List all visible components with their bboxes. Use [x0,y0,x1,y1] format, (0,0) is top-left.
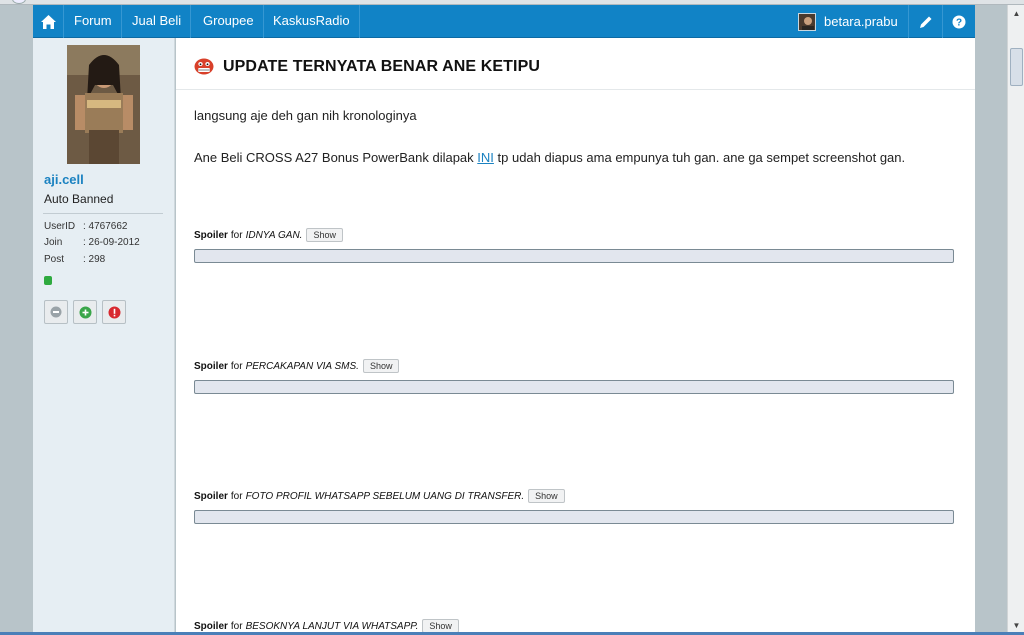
nav-user-menu[interactable]: betara.prabu [798,5,898,38]
post-title: UPDATE TERNYATA BENAR ANE KETIPU [223,58,540,75]
spoiler-title: IDNYA GAN. [245,229,303,241]
info-label: Post [44,254,65,265]
spoiler-content-bar[interactable] [194,510,954,524]
spoiler-show-button[interactable]: Show [528,489,565,503]
spoiler-for: for [230,620,243,632]
pencil-icon [919,16,931,28]
spoiler-prefix: Spoiler [194,229,228,241]
post-paragraph: Ane Beli CROSS A27 Bonus PowerBank dilap… [194,147,954,168]
question-icon: ? [952,15,965,28]
scrollbar-thumb[interactable] [1010,48,1023,86]
spoiler-prefix: Spoiler [194,490,228,502]
post-paragraph: langsung aje deh gan nih kronologinya [194,108,417,123]
spoiler-block: Spoiler for IDNYA GAN. Show [194,226,954,263]
nav-forum[interactable]: Forum [65,5,122,38]
spoiler-for: for [230,490,243,502]
home-button[interactable] [33,5,64,38]
ignore-user-button[interactable] [44,300,68,324]
sidebar-divider [43,213,163,214]
spoiler-for: for [230,360,243,372]
spoiler-show-button[interactable]: Show [362,359,400,373]
svg-text:?: ? [955,17,961,28]
top-navbar: Forum Jual Beli Groupee KaskusRadio beta… [33,5,975,38]
info-label: Join [44,237,63,248]
spoiler-content-bar[interactable] [194,249,954,263]
nav-avatar [798,12,816,31]
home-icon [40,14,56,29]
spoiler-prefix: Spoiler [194,360,228,372]
spoiler-label: Spoiler for IDNYA GAN. Show [194,226,954,244]
browser-icon [12,0,26,4]
spoiler-title: BESOKNYA LANJUT VIA WHATSAPP. [245,620,419,632]
spoiler-content-bar[interactable] [194,380,954,394]
add-chat-icon [79,306,91,318]
help-button[interactable]: ? [942,5,975,38]
spoiler-block: Spoiler for FOTO PROFIL WHATSAPP SEBELUM U… [194,487,954,524]
add-friend-button[interactable] [73,300,97,324]
post-author-name[interactable]: aji.cell [44,172,84,187]
scroll-up-arrow-icon[interactable]: ▲ [1008,5,1024,21]
post-text: tp udah diapus ama empunya tuh gan. ane … [493,150,906,165]
spoiler-title: FOTO PROFIL WHATSAPP SEBELUM UANG DI TRA… [245,490,525,502]
spoiler-title: PERCAKAPAN VIA SMS. [245,360,359,372]
info-post: Post : 298 [44,254,105,265]
user-sidebar: aji.cell Auto Banned UserID : 4767662 Joi… [33,38,175,635]
minus-circle-icon [50,306,62,318]
info-value: : 298 [83,254,106,265]
post-emoticon-icon [194,58,214,75]
info-label: UserID [44,221,76,232]
user-avatar[interactable] [67,45,140,164]
post-text: Ane Beli CROSS A27 Bonus PowerBank dilap… [194,150,478,165]
spoiler-for: for [230,229,243,241]
spoiler-block: Spoiler for PERCAKAPAN VIA SMS. Show [194,357,954,394]
spoiler-label: Spoiler for PERCAKAPAN VIA SMS. Show [194,357,954,375]
spoiler-label: Spoiler for FOTO PROFIL WHATSAPP SEBELUM U… [194,487,954,505]
spoiler-show-button[interactable]: Show [306,228,343,242]
online-status-icon [44,276,52,285]
info-join: Join : 26-09-2012 [44,237,140,248]
spoiler-show-button[interactable]: Show [422,619,459,633]
spoiler-prefix: Spoiler [194,620,228,632]
info-value: : 26-09-2012 [83,237,140,248]
nav-username: betara.prabu [824,14,898,29]
post-content: UPDATE TERNYATA BENAR ANE KETIPU langsun… [176,38,975,635]
alert-icon [108,306,120,318]
nav-jual-beli[interactable]: Jual Beli [123,5,192,38]
edit-button[interactable] [909,5,942,38]
report-user-button[interactable] [102,300,126,324]
nav-kaskusradio[interactable]: KaskusRadio [264,5,360,38]
info-userid: UserID : 4767662 [44,221,128,232]
post-link[interactable]: INI [477,150,494,165]
post-header: UPDATE TERNYATA BENAR ANE KETIPU [176,38,975,90]
info-value: : 4767662 [83,221,128,232]
post-author-title: Auto Banned [44,192,114,206]
vertical-scrollbar[interactable]: ▲ ▼ [1007,5,1024,635]
nav-groupee[interactable]: Groupee [194,5,264,38]
scroll-down-arrow-icon[interactable]: ▼ [1008,617,1024,633]
